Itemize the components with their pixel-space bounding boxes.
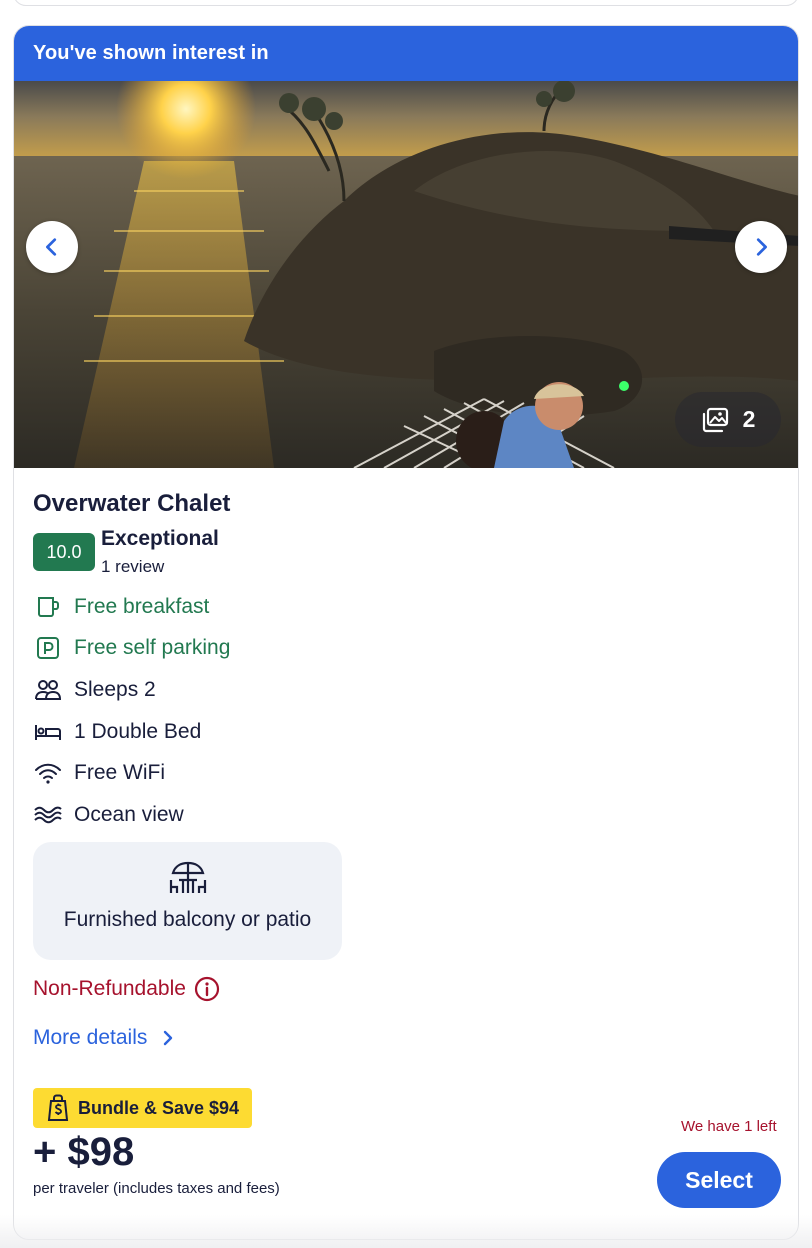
photo-gallery-icon bbox=[702, 407, 728, 432]
gallery-prev-button[interactable] bbox=[26, 221, 78, 273]
chevron-left-icon bbox=[46, 238, 57, 256]
amenity-bed: 1 Double Bed bbox=[33, 711, 230, 753]
amenity-free-parking: Free self parking bbox=[33, 628, 230, 670]
gallery-next-button[interactable] bbox=[735, 221, 787, 273]
parking-icon bbox=[33, 633, 63, 663]
patio-table-icon bbox=[169, 861, 206, 893]
chevron-right-icon bbox=[756, 238, 767, 256]
photo-count-button[interactable]: 2 bbox=[675, 392, 781, 447]
bed-icon bbox=[33, 717, 63, 747]
previous-card-edge bbox=[13, 0, 799, 6]
amenity-sleeps: Sleeps 2 bbox=[33, 669, 230, 711]
review-count: 1 review bbox=[101, 557, 165, 576]
policy-label: Non-Refundable bbox=[33, 977, 186, 1000]
amenity-wifi: Free WiFi bbox=[33, 752, 230, 794]
amenity-ocean-view: Ocean view bbox=[33, 794, 230, 836]
bundle-save-badge: Bundle & Save $94 bbox=[33, 1088, 253, 1128]
rating-word: Exceptional bbox=[101, 527, 219, 550]
wifi-icon bbox=[33, 758, 63, 788]
scarcity-message: We have 1 left bbox=[681, 1118, 777, 1135]
people-icon bbox=[33, 675, 63, 705]
bundle-bag-icon bbox=[47, 1094, 69, 1121]
more-details-label: More details bbox=[33, 1026, 148, 1049]
amenity-label: Sleeps 2 bbox=[74, 677, 156, 701]
amenity-label: Free breakfast bbox=[74, 594, 210, 618]
interest-banner-text: You've shown interest in bbox=[33, 42, 269, 64]
amenity-label: 1 Double Bed bbox=[74, 719, 202, 743]
photo-count-text: 2 bbox=[742, 406, 756, 432]
more-details-link[interactable]: More details bbox=[33, 1026, 175, 1050]
photo-gallery[interactable]: 2 bbox=[14, 81, 798, 468]
non-refundable-policy[interactable]: Non-Refundable bbox=[33, 976, 220, 1002]
amenity-list: Free breakfast Free self parking Sleeps … bbox=[33, 586, 230, 836]
feature-highlight-card: Furnished balcony or patio bbox=[33, 842, 342, 960]
bundle-label: Bundle & Save $94 bbox=[78, 1097, 240, 1118]
amenity-label: Free self parking bbox=[74, 636, 231, 660]
feature-label: Furnished balcony or patio bbox=[63, 908, 312, 931]
amenity-label: Free WiFi bbox=[74, 761, 165, 785]
amenity-label: Ocean view bbox=[74, 802, 184, 826]
room-details: Overwater Chalet 10.0 Exceptional 1 revi… bbox=[14, 468, 798, 1239]
amenity-free-breakfast: Free breakfast bbox=[33, 586, 230, 628]
select-button[interactable]: Select bbox=[657, 1152, 781, 1208]
rating-score-badge: 10.0 bbox=[33, 533, 95, 571]
price-note: per traveler (includes taxes and fees) bbox=[33, 1180, 280, 1197]
coffee-cup-icon bbox=[33, 592, 63, 622]
waves-icon bbox=[33, 800, 63, 830]
price: + $98 bbox=[33, 1130, 135, 1174]
info-icon[interactable] bbox=[194, 976, 220, 1002]
bottom-fade bbox=[0, 1215, 812, 1248]
room-card: You've shown interest in 2 Overwater Cha… bbox=[13, 25, 799, 1240]
chevron-right-icon bbox=[164, 1030, 173, 1046]
interest-banner: You've shown interest in bbox=[14, 26, 798, 81]
room-name: Overwater Chalet bbox=[33, 490, 231, 517]
